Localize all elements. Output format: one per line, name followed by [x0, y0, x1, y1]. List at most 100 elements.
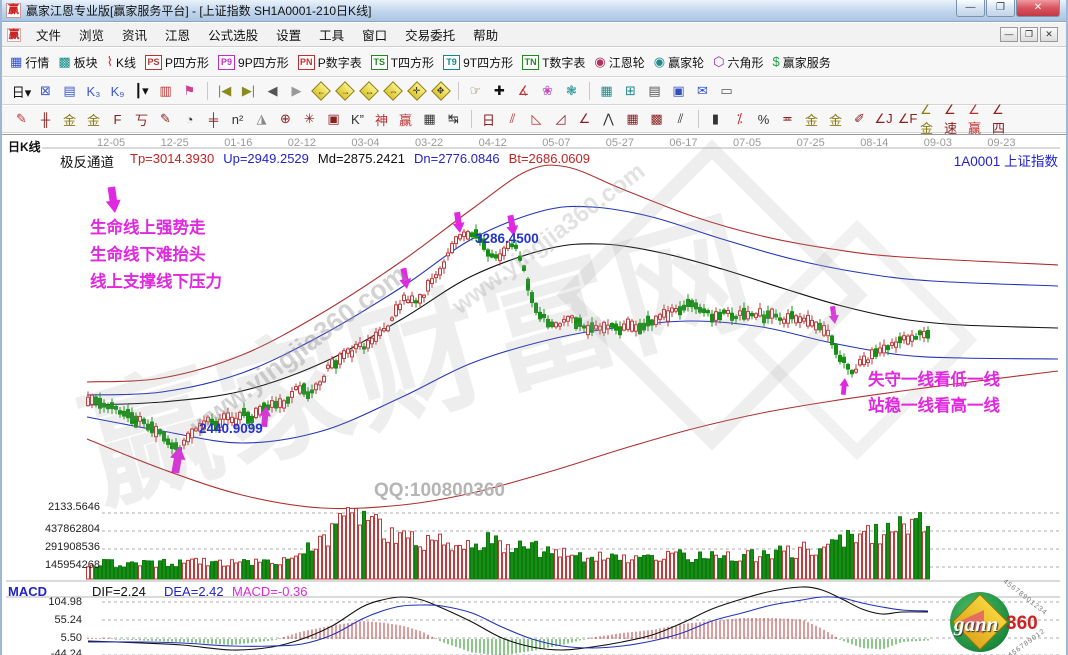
ma3-icon[interactable]: K₃	[82, 81, 105, 101]
day-grid-icon[interactable]: 日	[477, 109, 500, 129]
zoom-in-icon[interactable]: ⇔	[381, 81, 404, 101]
memo-icon[interactable]: ▤	[643, 81, 666, 101]
calculator-icon[interactable]: ⊞	[619, 81, 642, 101]
save-icon[interactable]: ▣	[667, 81, 690, 101]
last-bar-icon[interactable]: ▶|	[237, 81, 260, 101]
zoom-out-icon[interactable]: ↔	[357, 81, 380, 101]
toolbar-hexagon-button[interactable]: ⬡ 六角形	[713, 54, 763, 71]
menu-item-江恩[interactable]: 江恩	[156, 22, 199, 47]
expand-v-icon[interactable]: ✛	[405, 81, 428, 101]
parallel-lines-icon[interactable]: ⫽	[669, 109, 692, 129]
menu-item-设置[interactable]: 设置	[267, 22, 310, 47]
menu-item-交易委托[interactable]: 交易委托	[396, 22, 464, 47]
zoom-left-icon[interactable]: ←	[309, 81, 332, 101]
next-bar-icon[interactable]: ▶	[285, 81, 308, 101]
gold-ratio-icon[interactable]: 金	[58, 109, 81, 129]
toolbar-sectors-button[interactable]: ▩ 板块	[58, 54, 97, 71]
kline-period-selector[interactable]: 日▾	[10, 81, 33, 101]
grid123-icon[interactable]: ▦	[418, 109, 441, 129]
menu-item-工具[interactable]: 工具	[310, 22, 353, 47]
toolbar-winner-service-button[interactable]: $ 赢家服务	[773, 54, 831, 71]
menu-item-公式选股[interactable]: 公式选股	[199, 22, 267, 47]
shen-tool-icon[interactable]: 神	[370, 109, 393, 129]
circle-cross-icon[interactable]: ⊕	[274, 109, 297, 129]
percent7-icon[interactable]: ⁒	[728, 109, 751, 129]
brush-tool-icon[interactable]: ✎	[10, 109, 33, 129]
menu-item-帮助[interactable]: 帮助	[464, 22, 507, 47]
bow-tool-icon[interactable]: 丂	[130, 109, 153, 129]
j-angle-icon[interactable]: ∠J	[872, 109, 895, 129]
crosshair-tool-icon[interactable]: ✚	[488, 81, 511, 101]
zoom-right-icon[interactable]: →	[333, 81, 356, 101]
fibonacci-icon[interactable]: F	[106, 109, 129, 129]
toolbar-gann-wheel-button[interactable]: ◉ 江恩轮	[594, 54, 644, 71]
volume-profile-icon[interactable]: ▮	[704, 109, 727, 129]
grid-a-icon[interactable]: ▦	[621, 109, 644, 129]
four-angle-icon[interactable]: ∠四	[992, 102, 1015, 136]
menu-item-浏览[interactable]: 浏览	[70, 22, 113, 47]
toolbar-kline-button[interactable]: ⌇ K线	[107, 54, 136, 71]
toolbar-t-number-table-button[interactable]: TN T数字表	[522, 54, 585, 71]
menu-item-资讯[interactable]: 资讯	[113, 22, 156, 47]
title-bar[interactable]: 赢 赢家江恩专业版[赢家服务平台] - [上证指数 SH1A0001-210日K…	[2, 0, 1066, 22]
gann-grid-icon[interactable]: ╫	[34, 109, 57, 129]
fan-left-icon[interactable]: ◺	[525, 109, 548, 129]
pencil-angle-icon[interactable]: ✐	[848, 109, 871, 129]
toolbar-t-square-button[interactable]: TS T四方形	[370, 54, 434, 71]
gold-circle-icon[interactable]: 金	[800, 109, 823, 129]
fan-right-icon[interactable]: ◿	[549, 109, 572, 129]
star-burst-icon[interactable]: ✳	[298, 109, 321, 129]
move-all-icon[interactable]: ✥	[429, 81, 452, 101]
toolbar-p-square-button[interactable]: PS P四方形	[145, 54, 209, 71]
mail-icon[interactable]: ✉	[691, 81, 714, 101]
gann-flower-icon[interactable]: ❀	[536, 81, 559, 101]
brain-tool-icon[interactable]: ❃	[560, 81, 583, 101]
child-minimize-button[interactable]: —	[1000, 27, 1018, 42]
menu-item-窗口[interactable]: 窗口	[353, 22, 396, 47]
hand-tool-icon[interactable]: ☞	[464, 81, 487, 101]
percent-icon[interactable]: %	[752, 109, 775, 129]
chart-area[interactable]: 赢家财富网 www.yingjia360.com www.yingjia360.…	[2, 134, 1066, 655]
kline-style-icon[interactable]: ▥	[154, 81, 177, 101]
prev-bar-icon[interactable]: ◀	[261, 81, 284, 101]
clock-cycle-icon[interactable]: ◔	[178, 109, 201, 129]
minimize-button[interactable]: —	[956, 0, 985, 17]
gold-angle-icon[interactable]: ∠金	[920, 102, 943, 136]
tick-ruler-icon[interactable]: ╪	[202, 109, 225, 129]
grid-b-icon[interactable]: ▩	[645, 109, 668, 129]
toolbar-winner-wheel-button[interactable]: ◉ 赢家轮	[654, 54, 704, 71]
gold-line-icon[interactable]: 金	[824, 109, 847, 129]
width-measure-icon[interactable]: ↹	[442, 109, 465, 129]
k-quote-icon[interactable]: K”	[346, 109, 369, 129]
child-close-button[interactable]: ✕	[1040, 27, 1058, 42]
speed-angle-icon[interactable]: ∠速	[944, 102, 967, 136]
win-angle-icon[interactable]: ∠赢	[968, 102, 991, 136]
f-angle-icon[interactable]: ∠F	[896, 109, 919, 129]
toolbar-p-number-table-button[interactable]: PN P数字表	[297, 54, 362, 71]
info-panel-icon[interactable]: ▤	[58, 81, 81, 101]
percent-line-icon[interactable]: ≖	[776, 109, 799, 129]
maximize-button[interactable]: ❐	[986, 0, 1015, 17]
ray-fan-icon[interactable]: ⫽	[501, 109, 524, 129]
menu-item-文件[interactable]: 文件	[27, 22, 70, 47]
ma9-icon[interactable]: K₉	[106, 81, 129, 101]
first-bar-icon[interactable]: |◀	[213, 81, 236, 101]
toolbar-quotes-button[interactable]: ▦ 行情	[10, 54, 49, 71]
angle-tool-icon[interactable]: ∡	[512, 81, 535, 101]
close-button[interactable]: ✕	[1016, 0, 1060, 17]
win-tool-icon[interactable]: 赢	[394, 109, 417, 129]
toolbar-9t-square-button[interactable]: T9 9T四方形	[443, 54, 513, 71]
indicator-label[interactable]: 极反通道	[60, 151, 114, 171]
gold-ratio2-icon[interactable]: 金	[82, 109, 105, 129]
n-square-icon[interactable]: n²	[226, 109, 249, 129]
window-tile-icon[interactable]: ⊠	[34, 81, 57, 101]
square-spiral-icon[interactable]: ▣	[322, 109, 345, 129]
print-icon[interactable]: ▭	[715, 81, 738, 101]
candle-style-selector[interactable]: ┃▾	[130, 81, 153, 101]
toolbar-9p-square-button[interactable]: P9 9P四方形	[218, 54, 289, 71]
color-chart-icon[interactable]: ⚑	[178, 81, 201, 101]
brush2-tool-icon[interactable]: ✎	[154, 109, 177, 129]
zigzag-icon[interactable]: ⋀	[597, 109, 620, 129]
angle-line-icon[interactable]: ∠	[573, 109, 596, 129]
calendar-icon[interactable]: ▦	[595, 81, 618, 101]
